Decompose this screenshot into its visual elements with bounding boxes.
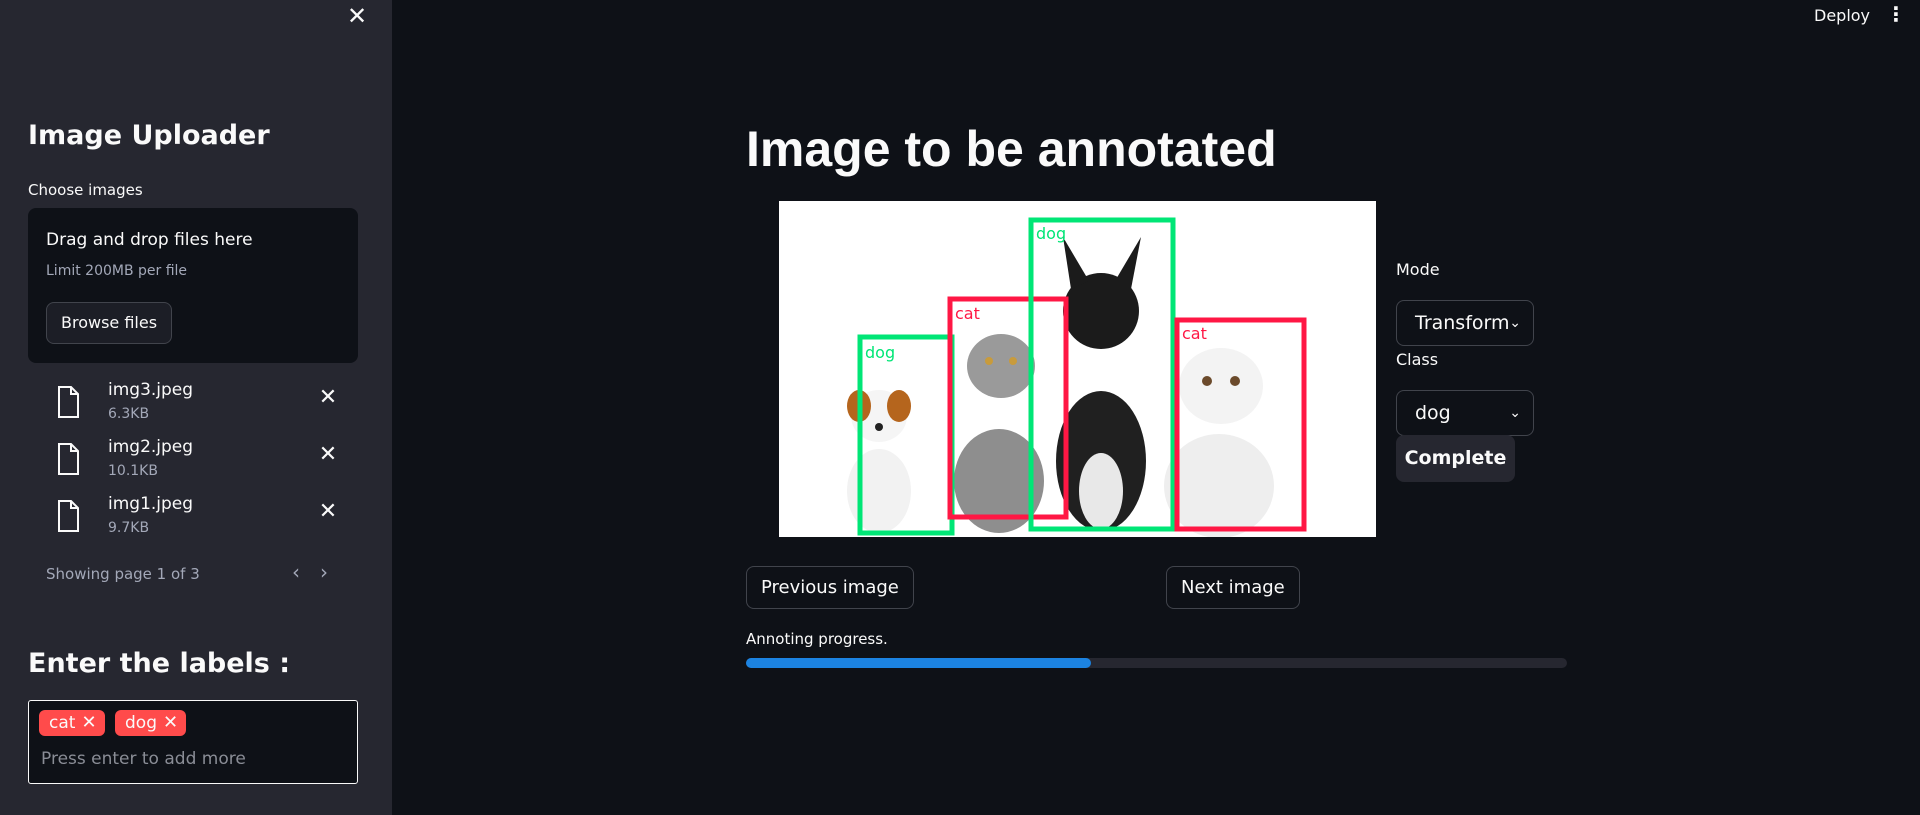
pagination-text: Showing page 1 of 3 [46,565,200,583]
remove-tag-icon[interactable]: ✕ [81,712,96,733]
file-name: img2.jpeg [108,437,194,457]
chevron-down-icon: ⌄ [1509,315,1521,331]
file-item: img2.jpeg 10.1KB ✕ [46,435,356,487]
file-name: img1.jpeg [108,494,194,514]
tag-input-placeholder[interactable]: Press enter to add more [41,749,246,769]
page-title: Image to be annotated [746,121,1277,177]
tag-chip-dog[interactable]: dog ✕ [115,710,187,736]
progress-bar [746,658,1567,668]
progress-label: Annoting progress. [746,630,888,648]
previous-image-button[interactable]: Previous image [746,566,914,609]
chevron-right-icon[interactable]: › [314,560,334,584]
choose-images-label: Choose images [28,181,143,199]
dropzone-limit: Limit 200MB per file [46,263,188,279]
annotated-image[interactable]: dog cat dog cat [779,201,1376,537]
class-select-value: dog [1415,402,1451,424]
sidebar: ✕ Image Uploader Choose images Drag and … [0,0,392,815]
mode-label: Mode [1396,260,1440,279]
file-icon [58,500,79,532]
file-item: img1.jpeg 9.7KB ✕ [46,492,356,544]
remove-file-icon[interactable]: ✕ [316,443,340,467]
bbox-label: cat [955,304,980,323]
file-dropzone[interactable]: Drag and drop files here Limit 200MB per… [28,208,358,363]
browse-files-button[interactable]: Browse files [46,302,173,344]
progress-bar-fill [746,658,1091,668]
file-size: 6.3KB [108,406,150,422]
file-size: 10.1KB [108,463,158,479]
bbox-label: cat [1182,324,1207,343]
tag-chip-cat[interactable]: cat ✕ [39,710,105,736]
class-select[interactable]: dog ⌄ [1396,390,1534,436]
complete-button[interactable]: Complete [1396,435,1515,482]
remove-file-icon[interactable]: ✕ [316,386,340,410]
file-icon [58,386,79,418]
chevron-down-icon: ⌄ [1509,405,1521,421]
annotation-canvas[interactable]: dog cat dog cat [779,201,1376,537]
mode-select[interactable]: Transform ⌄ [1396,300,1534,346]
class-label: Class [1396,350,1439,369]
dropzone-title: Drag and drop files here [46,230,253,250]
bbox-label: dog [865,343,895,362]
chevron-left-icon[interactable]: ‹ [286,560,306,584]
black-dog-figure [1056,237,1146,531]
remove-tag-icon[interactable]: ✕ [163,712,178,733]
file-name: img3.jpeg [108,380,194,400]
remove-file-icon[interactable]: ✕ [316,500,340,524]
file-icon [58,443,79,475]
deploy-button[interactable]: Deploy [1814,6,1870,25]
puppy-figure [847,390,911,533]
tag-label: dog [125,713,157,733]
tag-input-box[interactable]: cat ✕ dog ✕ Press enter to add more [28,700,358,784]
next-image-button[interactable]: Next image [1166,566,1300,609]
mode-select-value: Transform [1415,312,1510,334]
file-item: img3.jpeg 6.3KB ✕ [46,378,356,430]
close-icon[interactable]: ✕ [345,4,369,28]
labels-title: Enter the labels : [28,648,291,679]
file-size: 9.7KB [108,520,150,536]
white-cat-figure [1164,348,1274,537]
kebab-menu-icon[interactable]: ⋮ [1886,2,1906,26]
bbox-label: dog [1036,224,1066,243]
sidebar-title: Image Uploader [28,120,270,151]
tag-label: cat [49,713,76,733]
